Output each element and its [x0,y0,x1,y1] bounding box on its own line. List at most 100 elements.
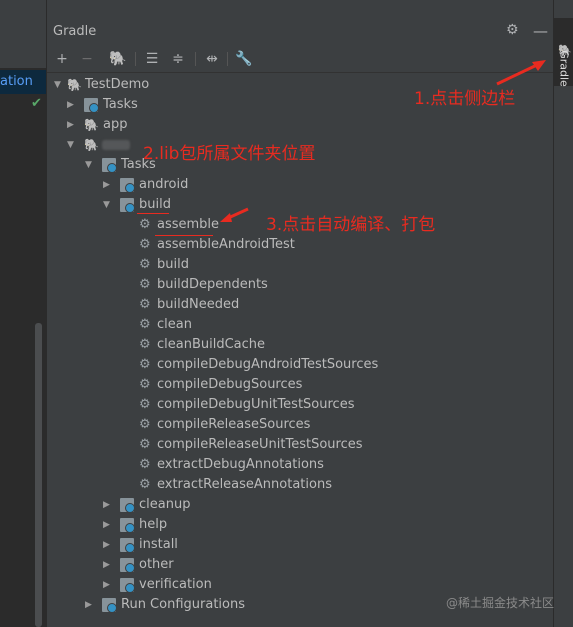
task-folder-icon [84,98,99,113]
watermark: @稀土掘金技术社区 [446,596,555,610]
tree-node-label: clean [157,317,192,332]
tree-node-app[interactable]: ▶ 🐘 app [47,115,553,135]
tree-node-label: assemble [157,217,220,232]
add-icon[interactable]: + [53,50,71,68]
check-icon: ✔ [31,96,42,111]
tree-node-label: compileReleaseUnitTestSources [157,437,363,452]
collapsed-arrow-icon[interactable]: ▶ [103,175,115,195]
build-task-cleanBuildCache[interactable]: ⚙ cleanBuildCache [47,335,553,355]
gear-icon: ⚙ [139,357,151,372]
assemble-underline [155,235,213,236]
elephant-icon[interactable]: 🐘 [109,50,127,68]
build-task-buildNeeded[interactable]: ⚙ buildNeeded [47,295,553,315]
gear-icon: ⚙ [139,397,151,412]
collapsed-arrow-icon[interactable]: ▶ [67,95,79,115]
gear-icon: ⚙ [139,437,151,452]
build-task-compileDebugAndroidTestSources[interactable]: ⚙ compileDebugAndroidTestSources [47,355,553,375]
annotation-3: 3.点击自动编译、打包 [266,215,436,235]
toggle-offline-icon[interactable]: ⇹ [203,50,221,68]
build-task-build[interactable]: ⚙ build [47,255,553,275]
tree-node-label: build [139,197,171,212]
left-scrollbar[interactable] [35,323,42,627]
gradle-side-tab-label: Gradle [557,50,571,87]
collapsed-arrow-icon[interactable]: ▶ [103,555,115,575]
minimize-icon[interactable]: — [533,22,548,40]
tree-node-label: Run Configurations [121,597,245,612]
red-arrow-icon [220,207,249,222]
build-task-compileReleaseUnitTestSources[interactable]: ⚙ compileReleaseUnitTestSources [47,435,553,455]
build-underline [137,213,169,214]
task-folder-icon [120,518,135,533]
left-editor-strip: ation ✔ [0,0,46,627]
build-task-compileReleaseSources[interactable]: ⚙ compileReleaseSources [47,415,553,435]
tree-node-help[interactable]: ▶ help [47,515,553,535]
collapsed-arrow-icon[interactable]: ▶ [103,535,115,555]
gear-icon: ⚙ [139,457,151,472]
expanded-arrow-icon[interactable]: ▼ [103,195,115,215]
collapsed-arrow-icon[interactable]: ▶ [103,575,115,595]
gear-icon: ⚙ [139,237,151,252]
remove-icon[interactable]: − [78,50,96,68]
left-strip-header [0,0,46,45]
panel-title: Gradle [53,24,97,39]
build-task-buildDependents[interactable]: ⚙ buildDependents [47,275,553,295]
tree-node-label: assembleAndroidTest [157,237,295,252]
gradle-elephant-icon: 🐘 [84,118,99,132]
tree-node-label: cleanup [139,497,191,512]
build-task-assembleAndroidTest[interactable]: ⚙ assembleAndroidTest [47,235,553,255]
tree-node-cleanup[interactable]: ▶ cleanup [47,495,553,515]
task-folder-icon [120,178,135,193]
build-task-compileDebugSources[interactable]: ⚙ compileDebugSources [47,375,553,395]
task-folder-icon [120,558,135,573]
tree-node-label: verification [139,577,212,592]
collapsed-arrow-icon[interactable]: ▶ [67,115,79,135]
tree-node-label: compileReleaseSources [157,417,311,432]
expanded-arrow-icon[interactable]: ▼ [67,135,79,155]
build-task-compileDebugUnitTestSources[interactable]: ⚙ compileDebugUnitTestSources [47,395,553,415]
panel-toolbar: + − 🐘 ☰ ≑ ⇹ 🔧 [47,46,553,73]
tree-node-label: install [139,537,178,552]
gear-icon[interactable]: ⚙ [506,22,522,38]
gear-icon: ⚙ [139,417,151,432]
build-task-clean[interactable]: ⚙ clean [47,315,553,335]
gradle-elephant-icon: 🐘 [84,138,99,152]
tree-node-other[interactable]: ▶ other [47,555,553,575]
build-task-extractDebugAnnotations[interactable]: ⚙ extractDebugAnnotations [47,455,553,475]
tree-node-label: android [139,177,189,192]
task-folder-icon [120,578,135,593]
tree-node-label: cleanBuildCache [157,337,266,352]
collapsed-arrow-icon[interactable]: ▶ [85,595,97,615]
expanded-arrow-icon[interactable]: ▼ [85,155,97,175]
expanded-arrow-icon[interactable]: ▼ [54,75,66,95]
collapsed-arrow-icon[interactable]: ▶ [103,495,115,515]
gradle-side-tab[interactable]: 🐘 Gradle [554,18,573,87]
toolbar-separator [195,52,196,66]
tree-node-label: extractDebugAnnotations [157,457,324,472]
red-arrow-icon [496,60,546,86]
toolbar-separator [227,52,228,66]
gear-icon: ⚙ [139,257,151,272]
gear-icon: ⚙ [139,477,151,492]
task-folder-icon [102,158,117,173]
task-folder-icon [120,538,135,553]
tree-node-label: buildDependents [157,277,268,292]
gear-icon: ⚙ [139,217,151,232]
tree-node-label: extractReleaseAnnotations [157,477,332,492]
tree-node-label: buildNeeded [157,297,240,312]
expand-all-icon[interactable]: ☰ [143,50,161,68]
tree-node-android[interactable]: ▶ android [47,175,553,195]
tree-node-install[interactable]: ▶ install [47,535,553,555]
tree-node-label: help [139,517,168,532]
collapse-all-icon[interactable]: ≑ [169,50,187,68]
tree-node-label: Tasks [103,97,138,112]
wrench-icon[interactable]: 🔧 [235,50,253,68]
build-task-extractReleaseAnnotations[interactable]: ⚙ extractReleaseAnnotations [47,475,553,495]
tree-node-label: build [157,257,189,272]
tree-node-label: compileDebugSources [157,377,303,392]
tree-node-verification[interactable]: ▶ verification [47,575,553,595]
collapsed-arrow-icon[interactable]: ▶ [103,515,115,535]
left-selected-text[interactable]: ation [0,74,33,89]
blurred-module-name [102,140,130,150]
gradle-elephant-icon: 🐘 [67,78,82,92]
gear-icon: ⚙ [139,317,151,332]
